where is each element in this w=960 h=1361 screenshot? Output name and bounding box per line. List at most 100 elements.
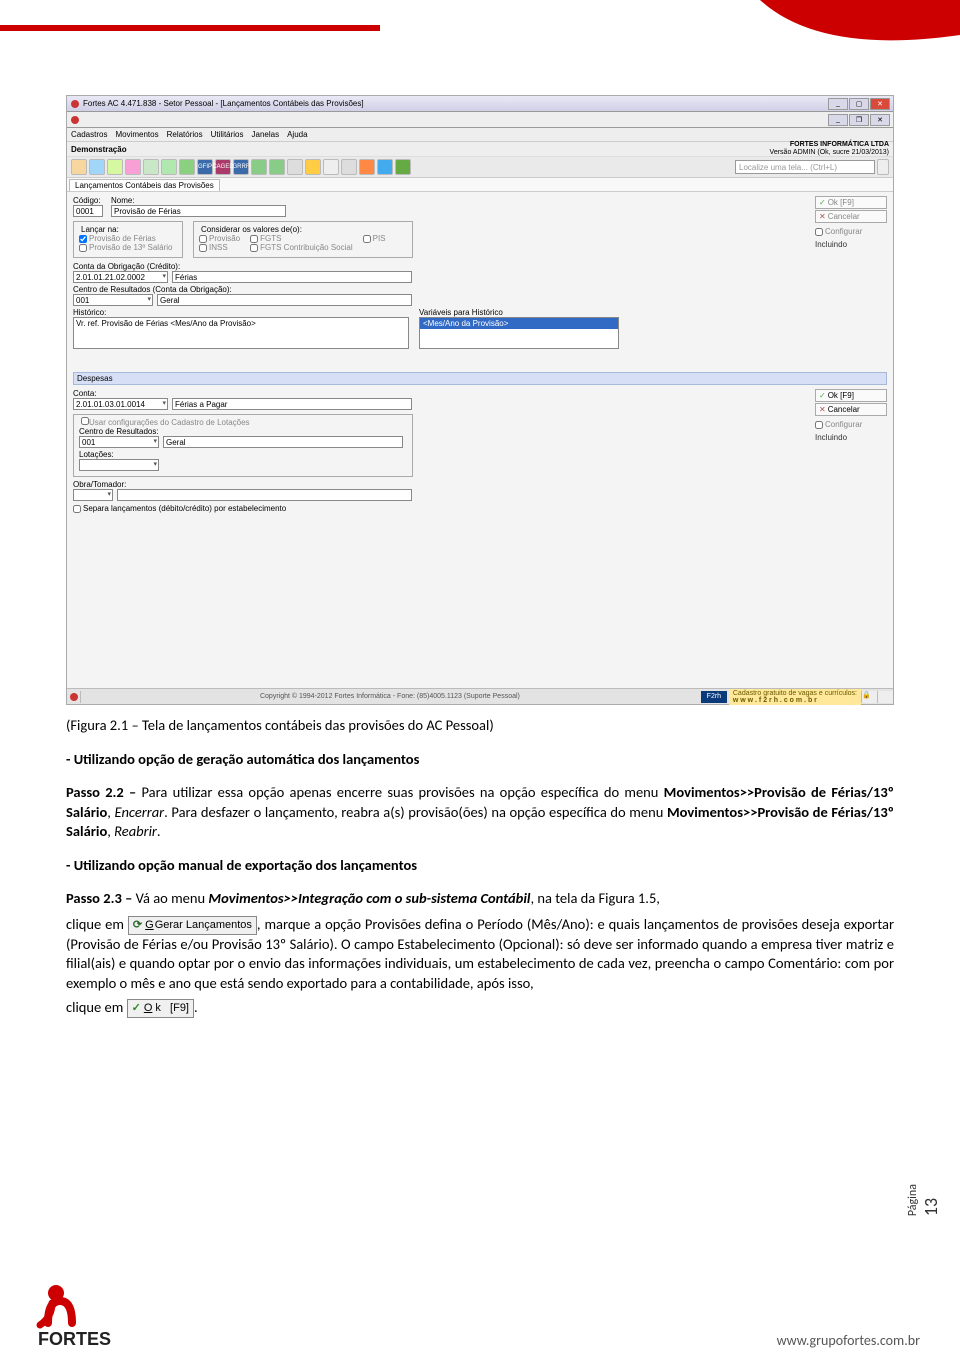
header-red-bar — [0, 25, 380, 31]
nome-label: Nome: — [111, 196, 291, 205]
mdi-restore[interactable]: ❐ — [849, 114, 869, 126]
toolbar-icon-18[interactable] — [395, 159, 411, 175]
historico-input[interactable]: Vr. ref. Provisão de Férias <Mes/Ano da … — [73, 317, 409, 349]
obra-input[interactable] — [73, 489, 113, 501]
conta-code[interactable]: 2.01.01.03.01.0014 — [73, 398, 168, 410]
obra-name[interactable] — [117, 489, 412, 501]
cancel-button-lower[interactable]: Cancelar — [815, 403, 887, 416]
statusbar: Copyright © 1994-2012 Fortes Informática… — [67, 688, 893, 704]
toolbar-blogger-icon[interactable] — [359, 159, 375, 175]
chk-fgts-cs[interactable] — [250, 244, 258, 252]
ok-button-lower[interactable]: Ok [F9] — [815, 389, 887, 402]
chk-prov-ferias[interactable] — [79, 235, 87, 243]
centro-obrig-code[interactable]: 001 — [73, 294, 153, 306]
maximize-button[interactable]: ▢ — [849, 98, 869, 110]
minimize-button[interactable]: _ — [828, 98, 848, 110]
status-incluindo-lower: Incluindo — [815, 433, 887, 442]
toolbar-icon-4[interactable] — [125, 159, 141, 175]
svg-text:FORTES: FORTES — [38, 1329, 111, 1349]
sub1: - Utilizando opção de geração automática… — [66, 750, 419, 768]
toolbar-twitter-icon[interactable] — [377, 159, 393, 175]
menu-ajuda[interactable]: Ajuda — [287, 130, 307, 139]
toolbar-icon-12[interactable] — [269, 159, 285, 175]
ok-button-upper[interactable]: Ok [F9] — [815, 196, 887, 209]
cancel-button-upper[interactable]: Cancelar — [815, 210, 887, 223]
status-grip — [877, 691, 893, 703]
chk-inss[interactable] — [199, 244, 207, 252]
screenshot: Fortes AC 4.471.838 - Setor Pessoal - [L… — [66, 95, 894, 705]
window-buttons: _ ▢ ✕ — [828, 98, 890, 110]
centro-res-name[interactable]: Geral — [163, 436, 403, 448]
toolbar-icon-15[interactable] — [341, 159, 357, 175]
chk-prov-13[interactable] — [79, 244, 87, 252]
toolbar-icon-6[interactable] — [161, 159, 177, 175]
conta-obrig-name[interactable]: Férias — [172, 271, 412, 283]
tab-strip: Lançamentos Contábeis das Provisões — [67, 178, 893, 192]
centro-obrig-label: Centro de Resultados (Conta da Obrigação… — [73, 285, 887, 294]
mdi-minimize[interactable]: _ — [828, 114, 848, 126]
toolbar-icon-14[interactable] — [305, 159, 321, 175]
centro-res-code[interactable]: 001 — [79, 436, 159, 448]
toolbar-icon-7[interactable] — [179, 159, 195, 175]
considerar-legend: Considerar os valores de(o): — [199, 225, 304, 234]
upper-right-panel: Ok [F9] Cancelar Configurar Incluindo — [815, 196, 887, 249]
conta-obrig-label: Conta da Obrigação (Crédito): — [73, 262, 887, 271]
conta-label: Conta: — [73, 389, 887, 398]
codigo-input[interactable]: 0001 — [73, 205, 103, 217]
form-lower: Ok [F9] Cancelar Configurar Incluindo Co… — [67, 385, 893, 515]
f2rh-ad: Cadastro gratuito de vagas e currículos:… — [729, 689, 861, 705]
form-upper: Ok [F9] Cancelar Configurar Incluindo Có… — [67, 192, 893, 364]
demo-row: Demonstração FORTES INFORMÁTICA LTDA Ver… — [67, 142, 893, 156]
menu-relatorios[interactable]: Relatórios — [167, 130, 203, 139]
historico-label: Histórico: — [73, 308, 413, 317]
passo-2-3-tail: clique em Ok [F9]. — [66, 998, 894, 1018]
quick-search[interactable]: Localize uma tela... (Ctrl+L) — [735, 160, 875, 174]
conta-obrig-code[interactable]: 2.01.01.21.02.0002 — [73, 271, 168, 283]
toolbar-icon-5[interactable] — [143, 159, 159, 175]
toolbar-grrf[interactable]: GRRF — [233, 159, 249, 175]
lotacoes-input[interactable] — [79, 459, 159, 471]
toolbar-icon-2[interactable] — [89, 159, 105, 175]
company-name: FORTES INFORMÁTICA LTDA — [790, 141, 889, 148]
conta-name[interactable]: Férias a Pagar — [172, 398, 412, 410]
toolbar-caged[interactable]: CAGED — [215, 159, 231, 175]
mdi-close[interactable]: ✕ — [870, 114, 890, 126]
company-sub: Versão ADMIN (Ok, sucre 21/03/2013) — [770, 149, 889, 156]
var-label: Variáveis para Histórico — [419, 308, 619, 317]
mdi-icon — [70, 115, 80, 125]
var-listbox[interactable]: <Mes/Ano da Provisão> — [419, 317, 619, 349]
nome-input[interactable]: Provisão de Férias — [111, 205, 286, 217]
mdi-titlebar: _ ❐ ✕ — [67, 112, 893, 128]
menu-movimentos[interactable]: Movimentos — [115, 130, 158, 139]
despesas-header: Despesas — [73, 372, 887, 385]
demo-label: Demonstração — [71, 145, 127, 154]
footer-url: www.grupofortes.com.br — [777, 1332, 920, 1349]
toolbar-icon-11[interactable] — [251, 159, 267, 175]
sub2: - Utilizando opção manual de exportação … — [66, 856, 417, 874]
toolbar-icon-13[interactable] — [287, 159, 303, 175]
close-button[interactable]: ✕ — [870, 98, 890, 110]
configurar-check-lower[interactable] — [815, 421, 823, 429]
chk-provisao[interactable] — [199, 235, 207, 243]
search-go[interactable] — [877, 159, 889, 175]
usar-conf-check[interactable] — [81, 417, 89, 425]
var-selected: <Mes/Ano da Provisão> — [420, 318, 618, 329]
toolbar-icon-3[interactable] — [107, 159, 123, 175]
tab-lancamentos[interactable]: Lançamentos Contábeis das Provisões — [69, 179, 220, 191]
page-number: Página13 — [906, 1184, 942, 1216]
chk-fgts[interactable] — [250, 235, 258, 243]
menu-utilitarios[interactable]: Utilitários — [211, 130, 244, 139]
configurar-check-upper[interactable] — [815, 228, 823, 236]
header-red-curve — [760, 0, 960, 70]
chk-pis[interactable] — [363, 235, 371, 243]
centro-obrig-name[interactable]: Geral — [157, 294, 412, 306]
toolbar-gfip[interactable]: GFIP — [197, 159, 213, 175]
copyright: Copyright © 1994-2012 Fortes Informática… — [81, 693, 699, 700]
menu-janelas[interactable]: Janelas — [252, 130, 280, 139]
separa-lanc-check[interactable] — [73, 505, 81, 513]
toolbar-icon-1[interactable] — [71, 159, 87, 175]
menubar: Cadastros Movimentos Relatórios Utilitár… — [67, 128, 893, 142]
menu-cadastros[interactable]: Cadastros — [71, 130, 107, 139]
app-icon — [70, 99, 80, 109]
obra-label: Obra/Tomador: — [73, 480, 887, 489]
